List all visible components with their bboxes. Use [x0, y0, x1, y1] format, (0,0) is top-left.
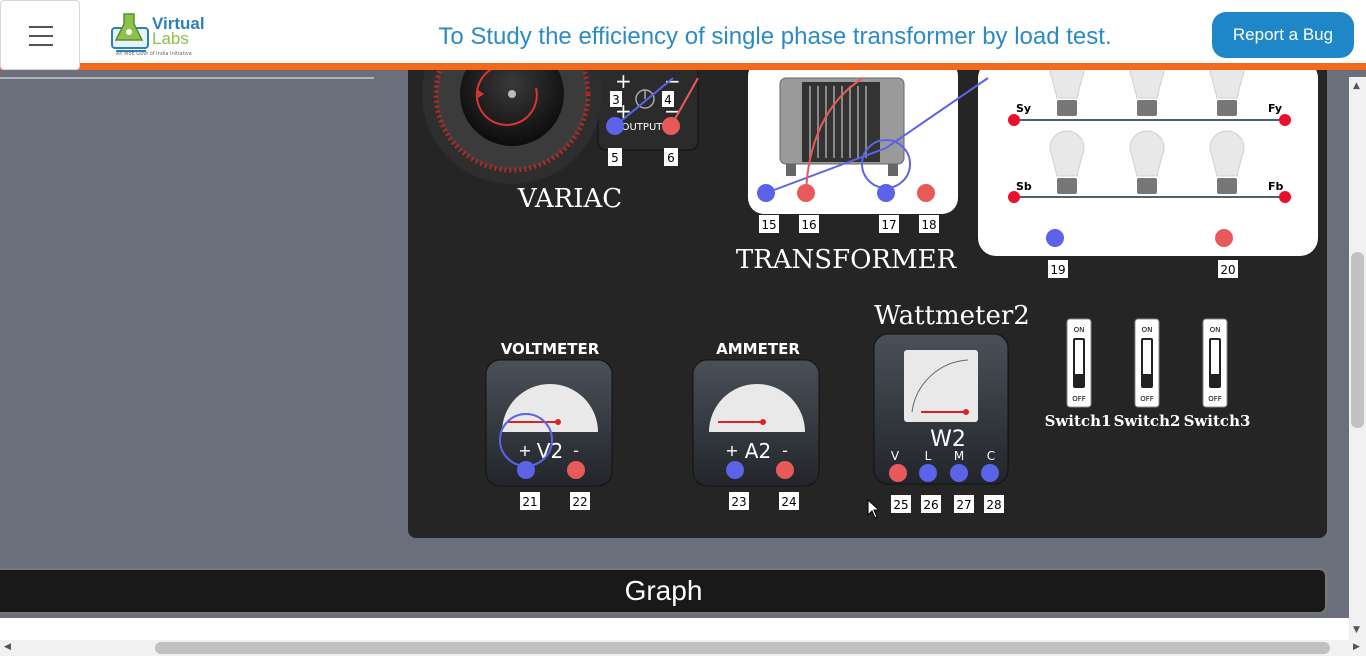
variac-output-label: OUTPUT	[622, 122, 664, 133]
terminal-23[interactable]	[726, 461, 744, 479]
variac-label: VARIAC	[517, 184, 622, 214]
transformer-label: TRANSFORMER	[736, 245, 958, 275]
terminal-20[interactable]	[1215, 229, 1233, 247]
terminal-21[interactable]	[517, 461, 535, 479]
terminal-label-17: 17	[881, 218, 896, 232]
logo-line-2: Labs	[152, 29, 189, 48]
graph-content-area	[0, 618, 1349, 640]
voltmeter[interactable]: VOLTMETER V2 + - 21 22	[485, 340, 613, 510]
ammeter-id: A2	[745, 439, 771, 463]
terminal-label-3: 3	[612, 93, 620, 107]
switch2-on-label: ON	[1142, 326, 1153, 334]
terminal-28[interactable]	[981, 464, 999, 482]
scroll-up-icon[interactable]: ▲	[1353, 81, 1360, 91]
vertical-scroll-thumb[interactable]	[1351, 252, 1364, 428]
svg-text:+: +	[725, 441, 738, 460]
svg-text:+: +	[615, 69, 632, 93]
terminal-18[interactable]	[917, 184, 935, 202]
lamp-load-panel[interactable]: Sy Fy Sb Fb 19 20	[978, 60, 1318, 278]
switch3-off-label: OFF	[1208, 395, 1222, 403]
wattmeter-label: Wattmeter2	[874, 301, 1030, 331]
hamburger-line	[29, 44, 53, 46]
terminal-label-16: 16	[801, 218, 816, 232]
logo-tagline: An MoE Govt of India Initiative	[116, 51, 192, 57]
terminal-label-18: 18	[921, 218, 936, 232]
lamp-bulb-icon	[1049, 130, 1085, 177]
switch2-label: Switch2	[1114, 412, 1181, 430]
terminal-label-28: 28	[986, 498, 1001, 512]
svg-text:+: +	[518, 441, 531, 460]
scroll-left-icon[interactable]: ◀	[4, 642, 11, 652]
menu-button[interactable]	[0, 0, 80, 70]
wattmeter-terminal-m: M	[954, 449, 964, 463]
terminal-24[interactable]	[776, 461, 794, 479]
wattmeter[interactable]: Wattmeter2 W2 V L M C 25 26 27 28	[873, 301, 1030, 513]
svg-text:-: -	[573, 441, 579, 460]
lamp-label-sb: Sb	[1016, 180, 1032, 193]
switch-2[interactable]: ON OFF Switch2	[1114, 318, 1181, 430]
terminal-label-4: 4	[664, 93, 672, 107]
scroll-right-icon[interactable]: ▶	[1353, 642, 1360, 652]
wattmeter-terminal-l: L	[925, 449, 932, 463]
terminal-26[interactable]	[919, 464, 937, 482]
lamp-label-fb: Fb	[1268, 180, 1284, 193]
voltmeter-label: VOLTMETER	[501, 340, 600, 358]
svg-text:-: -	[782, 441, 788, 460]
terminal-label-5: 5	[611, 151, 619, 165]
switch1-on-label: ON	[1074, 326, 1085, 334]
lamp-bulb-icon	[1209, 130, 1245, 177]
terminal-label-6: 6	[667, 151, 675, 165]
ammeter[interactable]: AMMETER A2 + - 23 24	[692, 340, 820, 510]
ammeter-label: AMMETER	[716, 340, 800, 358]
terminal-label-19: 19	[1050, 263, 1065, 277]
vertical-scrollbar[interactable]: ▲ ▼	[1349, 77, 1366, 640]
terminal-label-24: 24	[781, 495, 796, 509]
terminal-27[interactable]	[950, 464, 968, 482]
lab-circuit: + + − − 3 4 OUTPUT 5 6 VARIAC 15 16 17 1…	[422, 60, 1318, 513]
terminal-22[interactable]	[567, 461, 585, 479]
wattmeter-terminal-c: C	[987, 449, 995, 463]
page-title: To Study the efficiency of single phase …	[438, 23, 1112, 50]
lab-board: + + − − 3 4 OUTPUT 5 6 VARIAC 15 16 17 1…	[408, 60, 1327, 538]
switch3-label: Switch3	[1184, 412, 1251, 430]
wattmeter-terminal-v: V	[891, 449, 900, 463]
transformer[interactable]: 15 16 17 18 TRANSFORMER	[736, 60, 958, 275]
terminal-label-26: 26	[923, 498, 938, 512]
variac[interactable]: + + − − 3 4 OUTPUT 5 6 VARIAC	[422, 60, 699, 214]
svg-text:−: −	[664, 69, 681, 93]
graph-section-toggle[interactable]: Graph	[0, 568, 1327, 614]
terminal-label-25: 25	[893, 498, 908, 512]
switch1-label: Switch1	[1045, 412, 1112, 430]
top-header: Virtual Labs An MoE Govt of India Initia…	[0, 0, 1366, 70]
lamp-bulb-icon	[1129, 130, 1165, 177]
report-bug-button[interactable]: Report a Bug	[1212, 12, 1354, 58]
terminal-label-23: 23	[731, 495, 746, 509]
hamburger-line	[29, 35, 53, 37]
terminal-label-21: 21	[522, 495, 537, 509]
terminal-label-15: 15	[761, 218, 776, 232]
horizontal-scroll-thumb[interactable]	[155, 642, 1330, 654]
hamburger-icon	[29, 26, 53, 28]
mouse-cursor-icon	[867, 499, 881, 519]
switch-1[interactable]: ON OFF Switch1	[1045, 318, 1112, 430]
scroll-down-icon[interactable]: ▼	[1353, 625, 1360, 635]
terminal-25[interactable]	[889, 464, 907, 482]
switch-3[interactable]: ON OFF Switch3	[1184, 318, 1251, 430]
terminal-label-22: 22	[572, 495, 587, 509]
flask-icon	[111, 13, 149, 52]
switch2-off-label: OFF	[1140, 395, 1154, 403]
lamp-label-sy: Sy	[1016, 102, 1031, 115]
terminal-label-20: 20	[1220, 263, 1235, 277]
switch1-off-label: OFF	[1072, 395, 1086, 403]
terminal-label-27: 27	[956, 498, 971, 512]
horizontal-scrollbar[interactable]: ◀ ▶	[0, 640, 1366, 656]
left-panel-edge	[0, 77, 374, 79]
lamp-label-fy: Fy	[1268, 102, 1282, 115]
switch3-on-label: ON	[1210, 326, 1221, 334]
virtual-labs-logo[interactable]: Virtual Labs An MoE Govt of India Initia…	[108, 8, 208, 62]
terminal-19[interactable]	[1046, 229, 1064, 247]
